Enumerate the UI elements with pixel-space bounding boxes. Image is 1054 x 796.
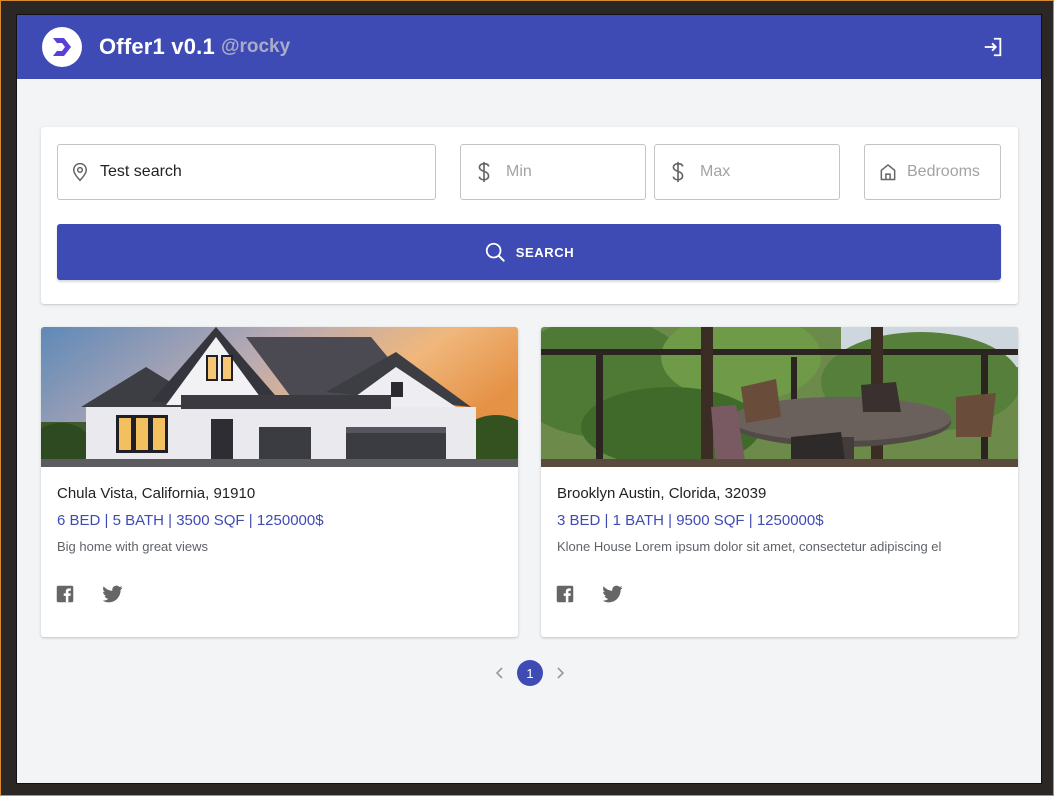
page-number-button[interactable]: 1 [517,660,543,686]
twitter-icon [103,585,123,603]
twitter-icon [603,585,623,603]
house-photo [41,327,518,467]
chevron-left-icon [495,667,503,679]
deck-photo [541,327,1018,467]
search-panel: SEARCH [41,127,1018,304]
listing-photo-house[interactable] [41,327,518,467]
search-icon [485,242,505,262]
bedrooms-field[interactable] [864,144,1001,200]
dollar-icon [672,161,684,183]
listing-description: Klone House Lorem ipsum dolor sit amet, … [557,539,942,554]
app-logo[interactable] [42,27,82,67]
logout-button[interactable] [981,35,1005,59]
listing-address: Chula Vista, California, 91910 [57,485,256,502]
max-price-input[interactable] [700,163,839,181]
app-window: Offer1 v0.1 @rocky Test search Min Max B… [16,14,1042,784]
max-price-field[interactable] [654,144,840,200]
social-actions [555,584,623,604]
listing-specs: 6 BED | 5 BATH | 3500 SQF | 1250000$ [57,512,324,529]
min-price-field[interactable] [460,144,646,200]
prev-page-button[interactable] [493,660,507,686]
social-actions [55,584,123,604]
login-icon [984,37,1002,57]
listing-photo-deck[interactable] [541,327,1018,467]
location-field[interactable] [57,144,436,200]
chevron-logo-icon [53,38,71,56]
search-button[interactable]: SEARCH [57,224,1001,280]
listing-address: Brooklyn Austin, Clorida, 32039 [557,485,767,502]
listing-card[interactable]: Chula Vista, California, 91910 6 BED | 5… [41,327,518,637]
chevron-right-icon [557,667,565,679]
listing-specs: 3 BED | 1 BATH | 9500 SQF | 1250000$ [557,512,824,529]
username-label: @rocky [220,36,291,57]
window-frame: Offer1 v0.1 @rocky Test search Min Max B… [0,0,1054,796]
search-button-label: SEARCH [515,244,575,260]
min-price-input[interactable] [506,163,645,181]
facebook-icon [56,585,74,603]
facebook-share-button[interactable] [555,584,575,604]
location-input[interactable] [100,163,435,181]
app-title: Offer1 v0.1 [99,34,215,59]
app-bar: Offer1 v0.1 @rocky [17,15,1041,79]
facebook-share-button[interactable] [55,584,75,604]
bedrooms-input[interactable] [907,163,1000,181]
home-icon [880,164,896,181]
twitter-share-button[interactable] [603,584,623,604]
map-pin-icon [72,162,88,182]
facebook-icon [556,585,574,603]
listing-description: Big home with great views [57,539,209,554]
twitter-share-button[interactable] [103,584,123,604]
dollar-icon [478,161,490,183]
pagination: 1 [493,660,567,686]
listing-card[interactable]: Brooklyn Austin, Clorida, 32039 3 BED | … [541,327,1018,637]
next-page-button[interactable] [553,660,567,686]
